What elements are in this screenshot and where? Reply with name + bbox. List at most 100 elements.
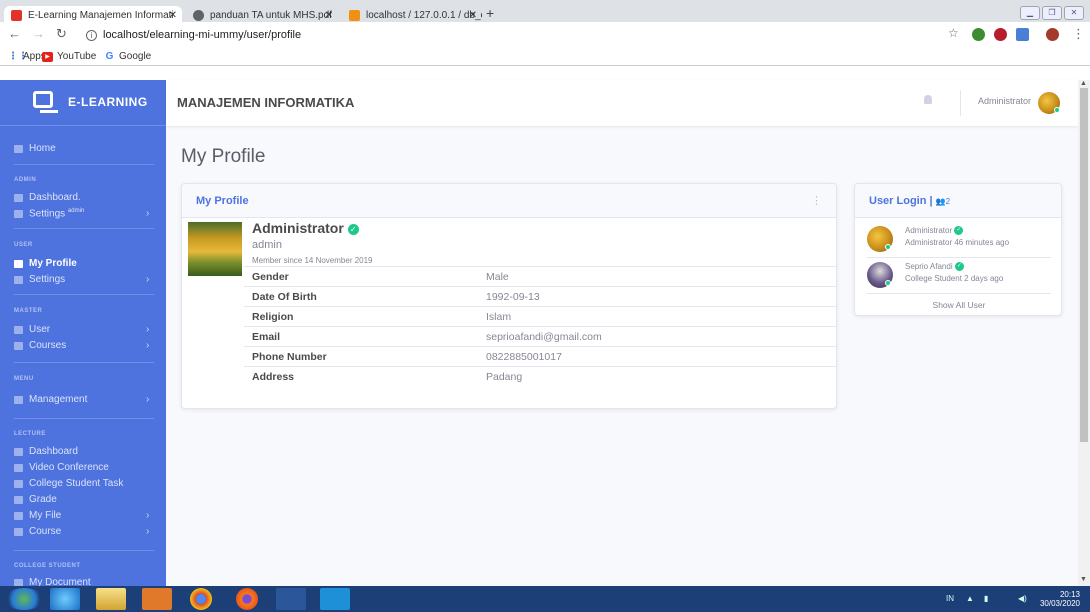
clock-time: 20:13: [1059, 590, 1080, 599]
info-icon[interactable]: i: [86, 30, 97, 41]
scroll-down-icon[interactable]: ▼: [1080, 576, 1087, 583]
sidebar-item-label: Dashboard.: [29, 192, 81, 203]
user-name-text: Seprio Afandi: [905, 262, 953, 271]
tray-arrow-icon[interactable]: ▲: [966, 594, 974, 603]
list-icon: [14, 395, 23, 404]
sidebar-divider: [14, 418, 154, 419]
sidebar-item-user[interactable]: User: [14, 324, 50, 335]
sidebar-heading-master: MASTER: [14, 308, 43, 314]
scrollbar-thumb[interactable]: [1080, 88, 1088, 442]
bookmark-label: Google: [119, 51, 152, 62]
field-label: Address: [244, 366, 478, 387]
profile-card: My Profile ⋮ Administrator ✓ admin Membe…: [181, 183, 837, 409]
sidebar-item-my-file[interactable]: My File: [14, 510, 61, 521]
bookmark-apps[interactable]: ⋮⋮ Apps: [8, 51, 46, 62]
sidebar-item-label: Dashboard: [29, 446, 78, 457]
translate-icon[interactable]: [1016, 28, 1029, 41]
scroll-up-icon[interactable]: ▲: [1080, 80, 1087, 87]
profile-avatar-icon[interactable]: [1046, 28, 1059, 41]
bookmark-google[interactable]: G Google: [104, 51, 152, 62]
laptop-logo-icon: [33, 91, 58, 113]
sidebar-item-dashboard-admin[interactable]: Dashboard.: [14, 192, 81, 203]
sidebar-item-college-student-task[interactable]: College Student Task: [14, 478, 123, 489]
address-bar[interactable]: i localhost/elearning-mi-ummy/user/profil…: [86, 26, 936, 45]
users-icon: 👥: [935, 197, 946, 206]
online-status-icon: [885, 244, 891, 250]
minimize-icon[interactable]: ▁: [1020, 6, 1040, 20]
bookmark-star-icon[interactable]: ☆: [948, 26, 959, 40]
card-header: User Login | 👥2: [855, 184, 1061, 218]
internet-explorer-icon[interactable]: [50, 588, 80, 610]
profile-photo: [188, 222, 242, 276]
brand[interactable]: E-LEARNING: [0, 80, 166, 126]
table-row: Gender Male: [244, 266, 836, 287]
reload-icon[interactable]: ↻: [56, 26, 67, 42]
word-icon[interactable]: [276, 588, 306, 610]
network-icon[interactable]: ▮: [984, 594, 988, 603]
ublock-icon[interactable]: [994, 28, 1007, 41]
close-window-icon[interactable]: ✕: [1064, 6, 1084, 20]
sidebar-item-settings-user[interactable]: Settings: [14, 274, 65, 285]
field-value: Male: [478, 266, 836, 287]
card-header: My Profile ⋮: [182, 184, 836, 218]
sidebar-item-management[interactable]: Management: [14, 394, 87, 405]
forward-arrow-icon[interactable]: →: [32, 26, 45, 41]
sidebar-item-dashboard-lecture[interactable]: Dashboard: [14, 446, 78, 457]
menu-kebab-icon[interactable]: ⋮: [1072, 26, 1085, 42]
sidebar-item-label: Settings: [29, 274, 66, 285]
clock[interactable]: 20:13 30/03/2020: [1040, 590, 1080, 608]
topbar-user-name[interactable]: Administrator: [978, 96, 1031, 106]
field-label: Email: [244, 326, 478, 347]
new-tab-button[interactable]: +: [486, 5, 494, 21]
sidebar-divider: [14, 228, 154, 229]
list-item[interactable]: Seprio Afandi ✓ College Student 2 days a…: [867, 258, 1051, 294]
vscode-icon[interactable]: [320, 588, 350, 610]
back-arrow-icon[interactable]: ←: [8, 26, 21, 41]
url-text: localhost/elearning-mi-ummy/user/profile: [103, 29, 302, 41]
dashboard-icon: [14, 193, 23, 202]
field-label: Religion: [244, 306, 478, 327]
field-value: 1992-09-13: [478, 286, 836, 307]
volume-icon[interactable]: ◀): [1018, 594, 1027, 603]
user-login-card: User Login | 👥2 Administrator ✓ Administ…: [854, 183, 1062, 316]
window-controls: ▁ ❐ ✕: [1020, 6, 1084, 20]
sidebar-item-courses[interactable]: Courses: [14, 340, 66, 351]
bookmark-youtube[interactable]: ▶ YouTube: [42, 51, 96, 62]
file-icon: [14, 578, 23, 586]
page-scrollbar[interactable]: ▲ ▼: [1078, 80, 1090, 586]
extension-icon[interactable]: [972, 28, 985, 41]
file-explorer-icon[interactable]: [96, 588, 126, 610]
sidebar-item-my-document[interactable]: My Document: [14, 577, 91, 586]
chevron-right-icon: ›: [146, 394, 150, 405]
sidebar-item-settings-admin[interactable]: Settings admin: [14, 208, 84, 219]
sidebar-item-home[interactable]: Home: [14, 143, 56, 154]
sidebar-item-label: My Document: [29, 577, 91, 586]
language-indicator[interactable]: IN: [946, 594, 954, 603]
sidebar-heading-user: USER: [14, 242, 33, 248]
sidebar-item-label: Settings admin: [29, 208, 84, 219]
chrome-icon[interactable]: [190, 588, 212, 610]
table-row: Date Of Birth 1992-09-13: [244, 286, 836, 307]
kebab-menu-icon[interactable]: ⋮: [811, 194, 822, 207]
user-name: Seprio Afandi ✓: [905, 262, 964, 272]
firefox-icon[interactable]: [236, 588, 258, 610]
main-content: MANAJEMEN INFORMATIKA Administrator My P…: [166, 80, 1078, 586]
sidebar-item-video-conference[interactable]: Video Conference: [14, 462, 109, 473]
bell-icon[interactable]: [924, 95, 932, 104]
sidebar-item-grade[interactable]: Grade: [14, 494, 57, 505]
folder-icon: [14, 325, 23, 334]
sidebar-item-course[interactable]: Course: [14, 526, 61, 537]
sidebar-item-my-profile[interactable]: My Profile: [14, 258, 77, 269]
sidebar-heading-menu: MENU: [14, 376, 34, 382]
start-button-icon[interactable]: [4, 588, 44, 610]
sidebar-item-label: User: [29, 324, 51, 335]
profile-username: admin: [252, 239, 282, 251]
tab-title: localhost / 127.0.0.1 / db_elearni: [366, 10, 482, 21]
app-icon[interactable]: [142, 588, 172, 610]
maximize-icon[interactable]: ❐: [1042, 6, 1062, 20]
table-row: Email seprioafandi@gmail.com: [244, 326, 836, 347]
show-all-users-link[interactable]: Show All User: [855, 300, 1063, 310]
file-icon: [14, 479, 23, 488]
gear-icon: [14, 209, 23, 218]
list-item[interactable]: Administrator ✓ Administrator 46 minutes…: [867, 222, 1051, 258]
